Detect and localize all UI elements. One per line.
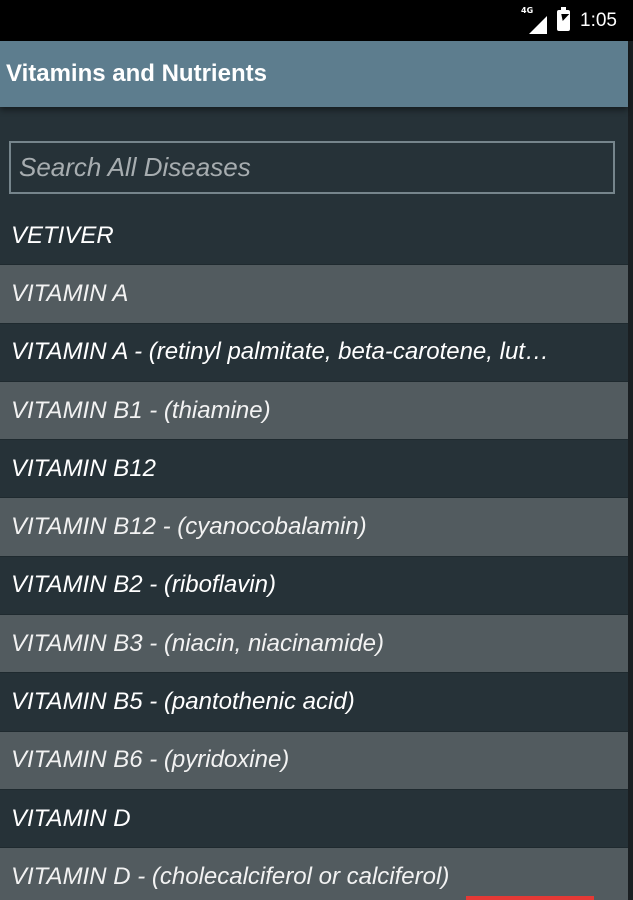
list-item[interactable]: VITAMIN A - (retinyl palmitate, beta-car…	[0, 323, 628, 382]
status-icons: 4G 1:05	[521, 0, 617, 41]
list-item[interactable]: VITAMIN B2 - (riboflavin)	[0, 556, 628, 616]
list-item-label: VITAMIN B2 - (riboflavin)	[11, 571, 276, 599]
scroll-edge	[628, 41, 633, 900]
list-item-label: VITAMIN D	[11, 804, 131, 832]
vitamin-list[interactable]: VETIVER VITAMIN A VITAMIN A - (retinyl pal…	[0, 207, 628, 900]
list-item[interactable]: VITAMIN B6 - (pyridoxine)	[0, 731, 628, 790]
list-item-label: VITAMIN A - (retinyl palmitate, beta-car…	[11, 338, 549, 366]
list-item-label: VETIVER	[11, 221, 114, 249]
status-clock: 1:05	[580, 9, 617, 31]
list-item-label: VITAMIN B6 - (pyridoxine)	[11, 746, 290, 774]
list-item[interactable]: VITAMIN B5 - (pantothenic acid)	[0, 673, 628, 732]
list-item-label: VITAMIN D - (cholecalciferol or calcifer…	[11, 862, 450, 890]
page-title: Vitamins and Nutrients	[6, 60, 267, 87]
app-bar: Vitamins and Nutrients	[0, 41, 628, 107]
list-item-label: VITAMIN B1 - (thiamine)	[11, 396, 271, 424]
list-item[interactable]: VITAMIN D	[0, 789, 628, 849]
accent-bar	[466, 896, 594, 900]
list-item-label: VITAMIN B5 - (pantothenic acid)	[11, 688, 355, 716]
list-item-label: VITAMIN B12 - (cyanocobalamin)	[11, 513, 367, 541]
search-box[interactable]	[9, 141, 615, 194]
list-item[interactable]: VITAMIN B3 - (niacin, niacinamide)	[0, 615, 628, 674]
list-item[interactable]: VITAMIN A	[0, 265, 628, 324]
list-item-label: VITAMIN B3 - (niacin, niacinamide)	[11, 629, 385, 657]
list-item[interactable]: VITAMIN B1 - (thiamine)	[0, 381, 628, 441]
list-item-label: VITAMIN A	[11, 279, 129, 307]
battery-charging-icon	[557, 7, 571, 31]
search-input[interactable]	[11, 143, 613, 192]
signal-indicator: 4G	[521, 5, 548, 34]
list-item-label: VITAMIN B12	[11, 454, 156, 482]
list-item[interactable]: VITAMIN B12 - (cyanocobalamin)	[0, 498, 628, 557]
list-item[interactable]: VETIVER	[0, 207, 628, 266]
app-screen: 4G 1:05 Vitamins and Nutrients VETIVER VI…	[0, 0, 633, 900]
signal-icon	[529, 15, 548, 34]
list-item[interactable]: VITAMIN B12	[0, 440, 628, 499]
status-bar: 4G 1:05	[0, 0, 633, 41]
list-item[interactable]: VITAMIN D - (cholecalciferol or calcifer…	[0, 848, 628, 900]
network-type-label: 4G	[521, 5, 534, 15]
